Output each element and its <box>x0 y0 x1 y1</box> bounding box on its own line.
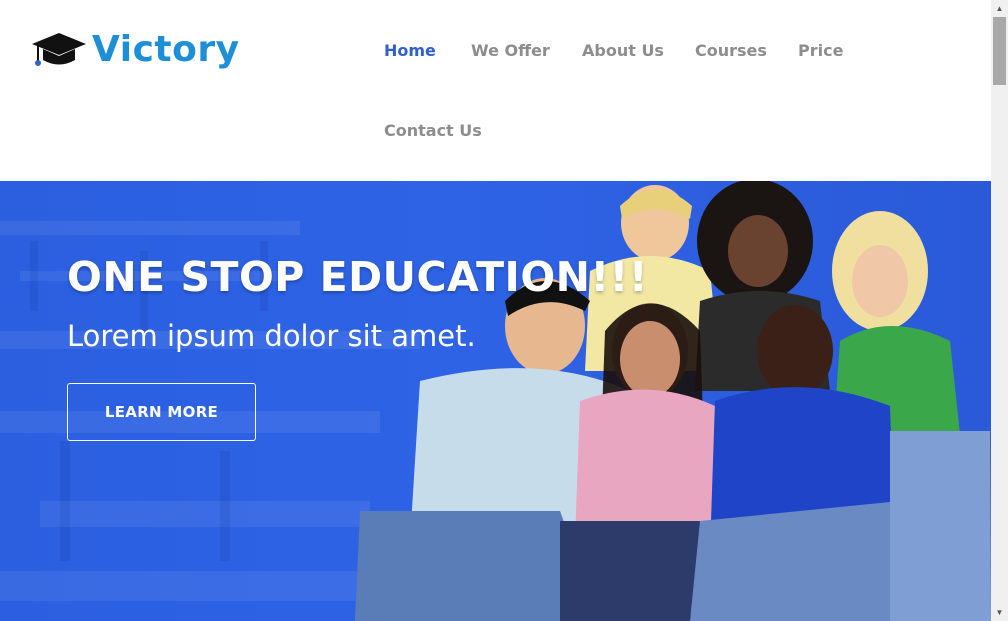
hero-title: ONE STOP EDUCATION!!! <box>67 253 649 301</box>
nav-home[interactable]: Home <box>384 41 436 60</box>
nav-courses[interactable]: Courses <box>695 41 767 60</box>
learn-more-button[interactable]: LEARN MORE <box>67 383 256 441</box>
brand-name: Victory <box>92 28 240 70</box>
graduation-cap-icon <box>32 33 86 66</box>
nav-contact-us[interactable]: Contact Us <box>384 121 482 140</box>
scroll-down-icon[interactable]: ▼ <box>991 604 1008 621</box>
brand-logo[interactable]: Victory <box>30 27 240 71</box>
hero-subtitle: Lorem ipsum dolor sit amet. <box>67 319 476 353</box>
hero-banner: ONE STOP EDUCATION!!! Lorem ipsum dolor … <box>0 181 991 621</box>
nav-we-offer[interactable]: We Offer <box>471 41 550 60</box>
page-scrollbar[interactable]: ▲ ▼ <box>991 0 1008 621</box>
scroll-thumb[interactable] <box>993 17 1006 85</box>
nav-about-us[interactable]: About Us <box>582 41 664 60</box>
scroll-up-icon[interactable]: ▲ <box>991 0 1008 17</box>
site-header: Victory Home We Offer About Us Courses P… <box>0 0 991 181</box>
students-photo <box>355 181 991 621</box>
nav-price[interactable]: Price <box>798 41 843 60</box>
